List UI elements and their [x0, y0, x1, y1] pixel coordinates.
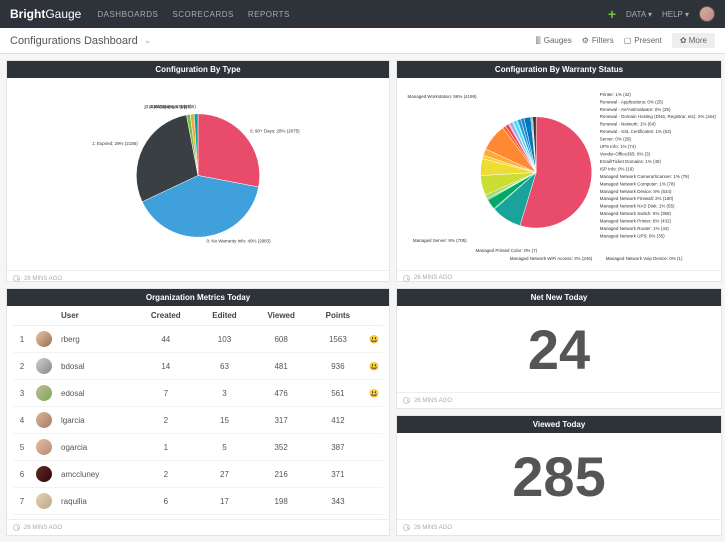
- svg-text:Managed Printed Color: 0% (7): Managed Printed Color: 0% (7): [476, 248, 538, 253]
- timestamp: 26 MINS AGO: [414, 525, 452, 531]
- svg-text:Renewal - Applications: 0% (25: Renewal - Applications: 0% (25): [600, 99, 664, 104]
- dashboard-title[interactable]: Configurations Dashboard: [10, 35, 138, 47]
- svg-text:5: 90+ Days: 28% (2075): 5: 90+ Days: 28% (2075): [250, 128, 300, 133]
- subbar: Configurations Dashboard ⌄ ⫿⫿Gauges ⚙Fil…: [0, 28, 725, 54]
- net-new-value: 24: [397, 306, 721, 390]
- more-button[interactable]: ✿ More: [672, 33, 715, 48]
- metrics-table: User Created Edited Viewed Points 1 rber…: [13, 306, 383, 515]
- svg-text:ISP Info: 0% (16): ISP Info: 0% (16): [600, 166, 634, 171]
- panel-config-by-type: Configuration By Type 5: 90+ Days: 28% (…: [6, 60, 390, 282]
- svg-text:Managed Network Switch: 5% (35: Managed Network Switch: 5% (358): [600, 211, 672, 216]
- panel-header: Configuration By Type: [7, 61, 389, 78]
- panel-config-by-warranty: Configuration By Warranty Status Printer…: [396, 60, 722, 282]
- table-row[interactable]: 5 ogarcia15 352387: [13, 434, 383, 461]
- avatar: [36, 493, 52, 509]
- panel-header: Net New Today: [397, 289, 721, 306]
- table-row[interactable]: 6 amccluney227 216371: [13, 461, 383, 488]
- svg-text:UPS Info: 1% (74): UPS Info: 1% (74): [600, 144, 637, 149]
- gauges-link[interactable]: ⫿⫿Gauges: [536, 36, 572, 46]
- svg-text:Managed Network Camera/Scanner: Managed Network Camera/Scanner: 1% (79): [600, 174, 690, 179]
- table-row[interactable]: 2 bdosal1463 481936😃: [13, 353, 383, 380]
- svg-text:Managed Network Voip Device: 0: Managed Network Voip Device: 0% (1): [606, 256, 683, 261]
- clock-icon: [13, 524, 20, 531]
- timestamp: 26 MINS AGO: [24, 276, 62, 282]
- svg-text:Renewal - Network: 1% (64): Renewal - Network: 1% (64): [600, 122, 656, 127]
- avatar: [36, 331, 52, 347]
- timestamp: 26 MINS AGO: [414, 398, 452, 404]
- table-row[interactable]: 1 rberg44103 6081563😃: [13, 326, 383, 353]
- avatar: [36, 358, 52, 374]
- panel-header: Configuration By Warranty Status: [397, 61, 721, 78]
- svg-text:Renewal - Domain Hosting (DNS,: Renewal - Domain Hosting (DNS, Registrar…: [600, 114, 717, 119]
- clock-icon: [403, 275, 410, 282]
- topbar: BrightGauge DASHBOARDS SCORECARDS REPORT…: [0, 0, 725, 28]
- pie-chart-type[interactable]: 5: 90+ Days: 28% (2075) 0: No Warranty In…: [7, 78, 389, 267]
- present-link[interactable]: ▢Present: [624, 36, 662, 45]
- svg-text:Renewal - SSL Certificates: 1%: Renewal - SSL Certificates: 1% (53): [600, 129, 672, 134]
- timestamp: 26 MINS AGO: [24, 525, 62, 531]
- gauges-icon: ⫿⫿: [536, 36, 541, 46]
- svg-text:Renewal - AV/Antimalware: 0% (: Renewal - AV/Antimalware: 0% (25): [600, 107, 671, 112]
- svg-text:4: 61-90 Days: 1% (85): 4: 61-90 Days: 1% (85): [150, 104, 196, 109]
- add-icon[interactable]: +: [608, 6, 616, 22]
- panel-net-new: Net New Today 24 26 MINS AGO: [396, 288, 722, 409]
- svg-text:Managed Network WiFi Access: 3: Managed Network WiFi Access: 3% (246): [510, 256, 593, 261]
- timestamp: 26 MINS AGO: [414, 275, 452, 281]
- svg-text:Vendor-Office365: 0% (3): Vendor-Office365: 0% (3): [600, 152, 651, 157]
- nav-help[interactable]: HELP ▾: [662, 10, 689, 19]
- svg-text:Printer: 1% (42): Printer: 1% (42): [600, 92, 632, 97]
- avatar: [36, 385, 52, 401]
- viewed-value: 285: [397, 433, 721, 517]
- svg-text:Managed Workstation: 56% (4199: Managed Workstation: 56% (4199): [408, 94, 477, 99]
- user-avatar[interactable]: [699, 6, 715, 22]
- chevron-down-icon[interactable]: ⌄: [144, 35, 152, 46]
- svg-text:Email/Ticket Domains: 1% (40): Email/Ticket Domains: 1% (40): [600, 159, 662, 164]
- clock-icon: [403, 524, 410, 531]
- svg-text:1: Expired: 29% (2185): 1: Expired: 29% (2185): [92, 141, 138, 146]
- panel-header: Viewed Today: [397, 416, 721, 433]
- clock-icon: [403, 397, 410, 404]
- nav-dashboards[interactable]: DASHBOARDS: [97, 10, 158, 19]
- nav-data[interactable]: DATA ▾: [626, 10, 652, 19]
- svg-text:Server: 0% (29): Server: 0% (29): [600, 137, 632, 142]
- filters-icon: ⚙: [582, 36, 589, 45]
- clock-icon: [13, 275, 20, 282]
- panel-viewed: Viewed Today 285 26 MINS AGO: [396, 415, 722, 536]
- avatar: [36, 412, 52, 428]
- avatar: [36, 439, 52, 455]
- svg-text:Managed Network Computer: 1% (: Managed Network Computer: 1% (78): [600, 181, 676, 186]
- table-row[interactable]: 3 edosal73 476561😃: [13, 380, 383, 407]
- pie-chart-warranty[interactable]: Printer: 1% (42) Renewal - Applications: …: [397, 78, 721, 267]
- svg-text:0: No Warranty Info: 40% (2983: 0: No Warranty Info: 40% (2983): [206, 239, 271, 244]
- present-icon: ▢: [624, 36, 632, 45]
- nav-reports[interactable]: REPORTS: [248, 10, 290, 19]
- avatar: [36, 466, 52, 482]
- svg-text:Managed Network Router: 1% (44: Managed Network Router: 1% (44): [600, 226, 670, 231]
- panel-org-metrics: Organization Metrics Today User Created …: [6, 288, 390, 536]
- svg-text:Managed Network Device: 8% (63: Managed Network Device: 8% (634): [600, 189, 672, 194]
- svg-text:Managed Server: 9% (705): Managed Server: 9% (705): [413, 238, 467, 243]
- svg-text:Managed Network NAS Disk: 1% (: Managed Network NAS Disk: 1% (55): [600, 204, 675, 209]
- brand-logo[interactable]: BrightGauge: [10, 7, 81, 21]
- filters-link[interactable]: ⚙Filters: [582, 36, 614, 45]
- svg-text:Managed Network Printer: 6% (4: Managed Network Printer: 6% (432): [600, 219, 672, 224]
- svg-text:Managed Network UPS: 0% (35): Managed Network UPS: 0% (35): [600, 234, 665, 239]
- panel-header: Organization Metrics Today: [7, 289, 389, 306]
- table-row[interactable]: 7 raquilia617 198343: [13, 488, 383, 515]
- table-row[interactable]: 4 lgarcia215 317412: [13, 407, 383, 434]
- nav-scorecards[interactable]: SCORECARDS: [172, 10, 233, 19]
- svg-text:Managed Network Firewall: 2% (: Managed Network Firewall: 2% (180): [600, 196, 674, 201]
